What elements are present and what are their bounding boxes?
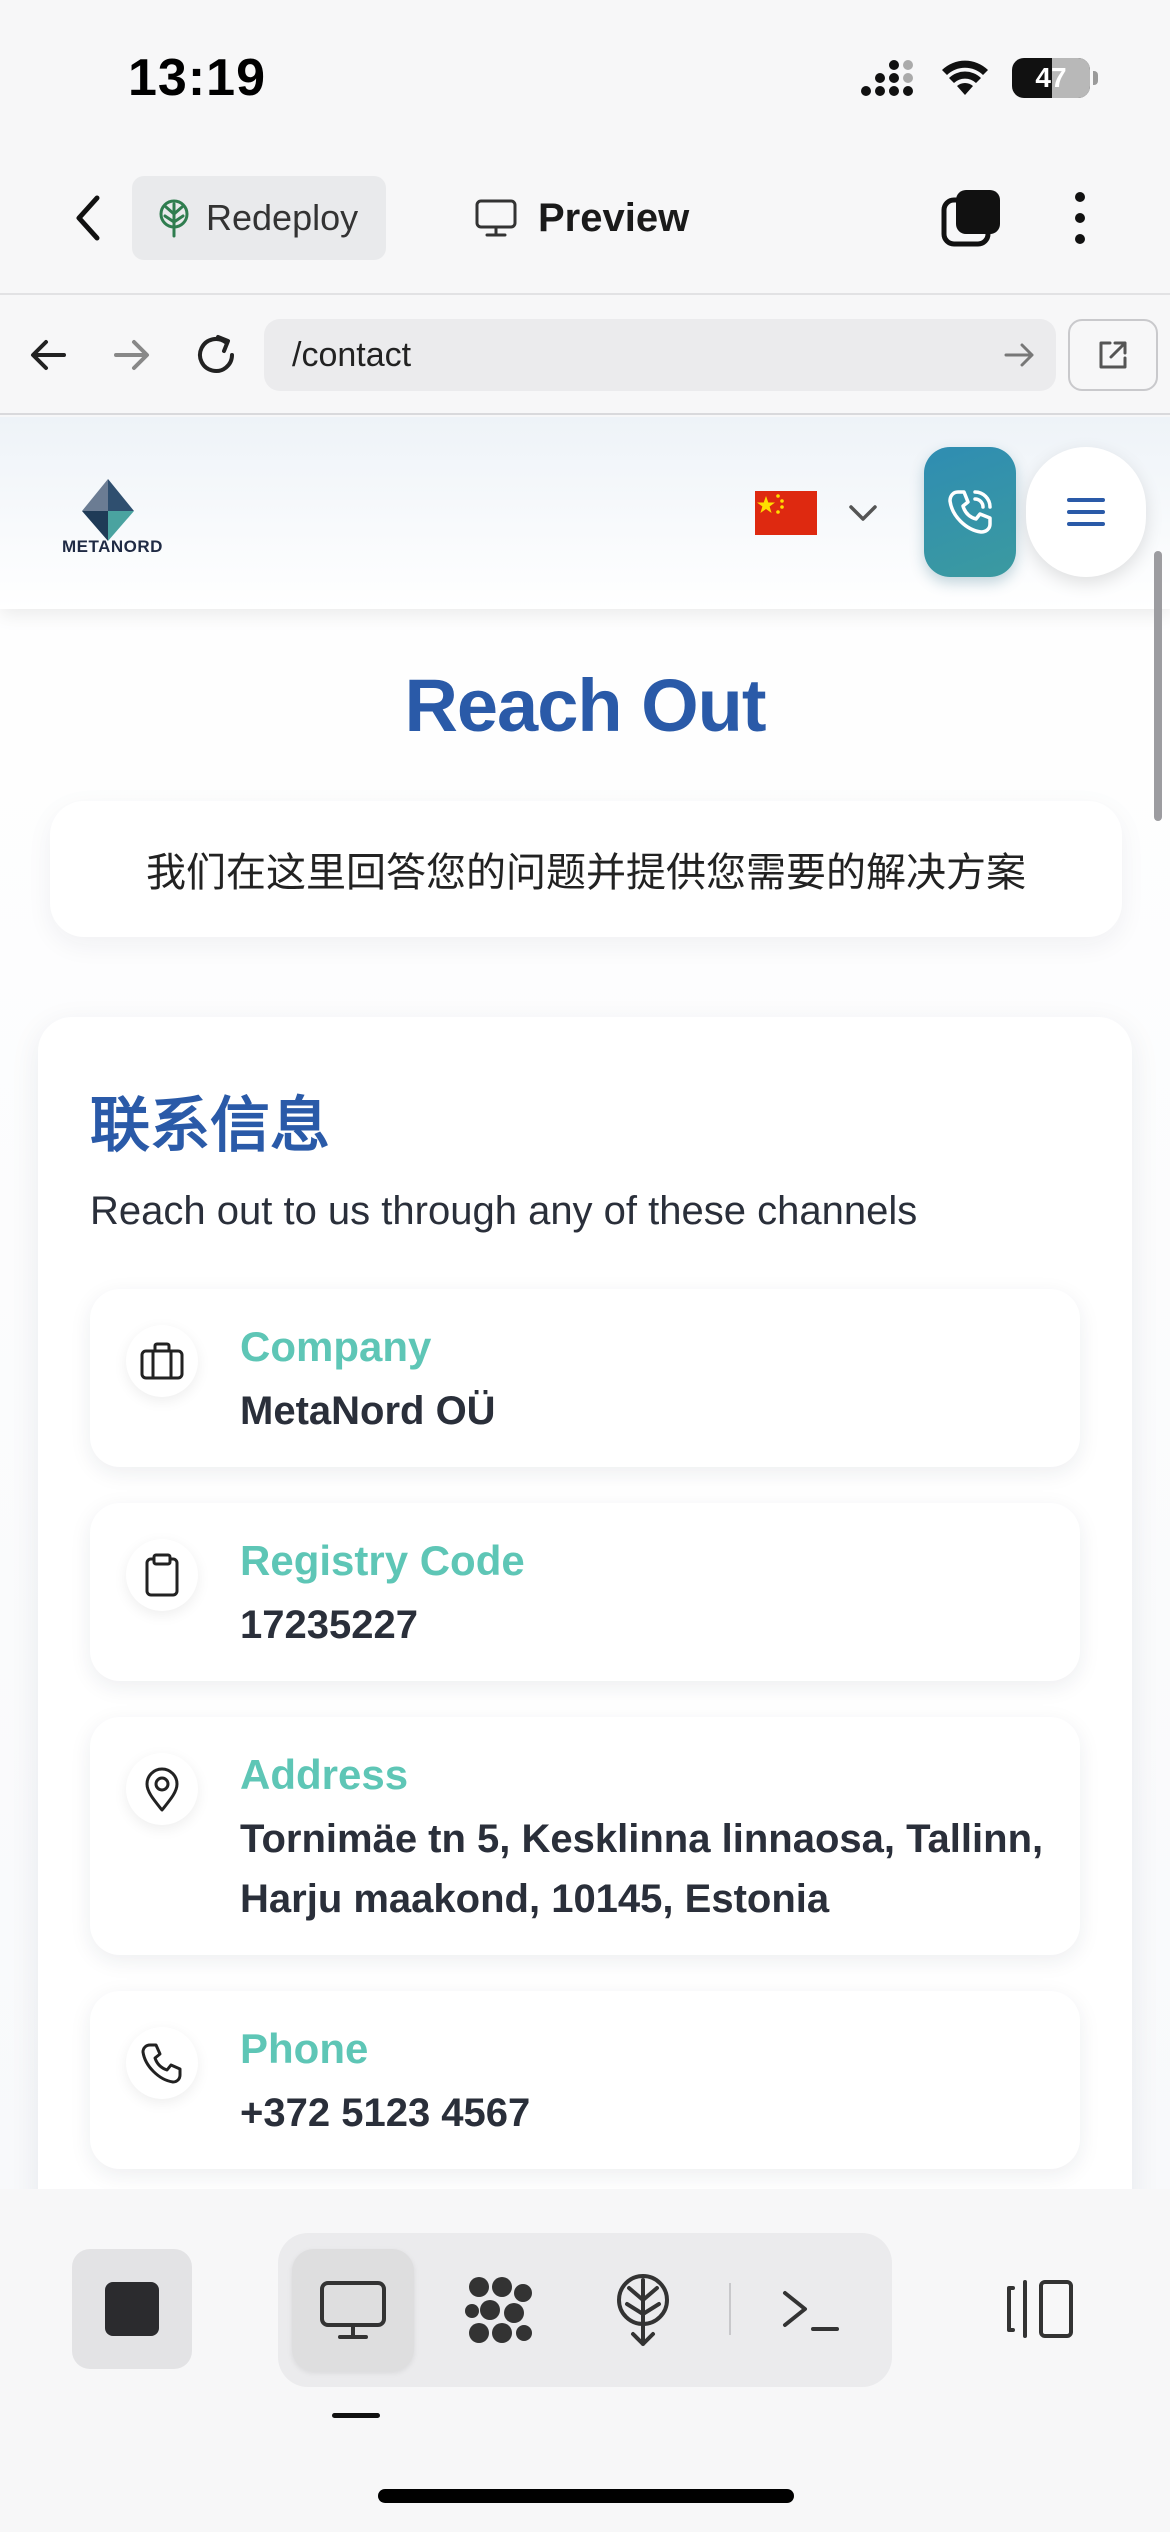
- info-value[interactable]: 17235227: [240, 1595, 1060, 1655]
- terminal-tab[interactable]: [750, 2249, 872, 2371]
- external-link-icon: [1099, 341, 1127, 369]
- bottom-toolbar: [0, 2189, 1170, 2532]
- page-scrollbar[interactable]: [1154, 551, 1162, 821]
- battery-icon: 47: [1012, 58, 1098, 98]
- nodes-icon: [465, 2277, 532, 2343]
- nodes-tab[interactable]: [438, 2249, 560, 2371]
- stop-button[interactable]: [72, 2249, 192, 2369]
- deploy-icon: [617, 2274, 669, 2346]
- preview-tab[interactable]: Preview: [474, 180, 689, 256]
- logo-text: METANORD: [62, 537, 163, 556]
- open-external-button[interactable]: [1068, 319, 1158, 391]
- reload-icon: [198, 335, 234, 373]
- call-button[interactable]: [924, 447, 1016, 577]
- info-item-phone: Phone +372 5123 4567: [90, 1991, 1080, 2169]
- preview-desktop-tab[interactable]: [292, 2249, 414, 2371]
- status-icons: 47: [860, 56, 1098, 100]
- contact-heading: 联系信息: [90, 1092, 330, 1159]
- briefcase-icon: [126, 1325, 198, 1397]
- subtitle-card: 我们在这里回答您的问题并提供您需要的解决方案: [50, 801, 1122, 937]
- app-top-bar: Redeploy Preview: [0, 150, 1170, 295]
- active-tab-indicator: [332, 2413, 380, 2418]
- info-label: Address: [240, 1751, 409, 1798]
- go-arrow-icon[interactable]: [1002, 337, 1038, 373]
- info-item-registry-code: Registry Code 17235227: [90, 1503, 1080, 1681]
- home-indicator: [378, 2489, 794, 2503]
- preview-desktop-icon: [320, 2281, 386, 2339]
- china-flag-icon[interactable]: [755, 491, 817, 535]
- phone-call-icon: [948, 490, 992, 534]
- redeploy-button[interactable]: Redeploy: [132, 176, 386, 260]
- wifi-icon: [942, 60, 988, 95]
- deploy-tree-icon: [159, 199, 189, 238]
- phone-icon: [126, 2027, 198, 2099]
- subtitle-text: 我们在这里回答您的问题并提供您需要的解决方案: [146, 851, 1026, 895]
- info-item-address: Address Tornimäe tn 5, Kesklinna linnaos…: [90, 1717, 1080, 1955]
- chevron-down-icon[interactable]: [845, 495, 881, 531]
- url-text: /contact: [292, 335, 412, 374]
- browser-reload-button[interactable]: [188, 327, 244, 383]
- info-value[interactable]: Tornimäe tn 5, Kesklinna linnaosa, Talli…: [240, 1809, 1060, 1929]
- preview-label: Preview: [538, 195, 690, 240]
- status-bar: 13:19 47: [0, 0, 1170, 150]
- toolbar-divider: [729, 2283, 731, 2335]
- info-label: Company: [240, 1323, 432, 1370]
- website-viewport: METANORD Reach Out 我们在这里回答您的问题并提供您需要的解决方…: [0, 417, 1170, 2189]
- clipboard-icon: [126, 1539, 198, 1611]
- tabs-button[interactable]: [940, 186, 1004, 250]
- hamburger-icon: [1067, 498, 1105, 526]
- device-frames-icon: [1007, 2280, 1073, 2338]
- cellular-signal-icon: [861, 60, 913, 96]
- info-value[interactable]: +372 5123 4567: [240, 2083, 1060, 2143]
- device-size-button[interactable]: [996, 2249, 1086, 2369]
- back-button[interactable]: [58, 188, 118, 248]
- tabs-overview-icon: [941, 190, 1000, 247]
- menu-button[interactable]: [1026, 447, 1146, 577]
- info-item-company: Company MetaNord OÜ: [90, 1289, 1080, 1467]
- contact-description: Reach out to us through any of these cha…: [90, 1189, 918, 1233]
- info-value: MetaNord OÜ: [240, 1389, 496, 1433]
- browser-forward-button[interactable]: [104, 327, 160, 383]
- chevron-left-icon: [76, 195, 100, 241]
- info-label: Phone: [240, 2025, 369, 2072]
- browser-url-row: /contact: [0, 297, 1170, 415]
- battery-level: 47: [1035, 62, 1067, 93]
- site-header: METANORD: [0, 417, 1170, 609]
- redeploy-label: Redeploy: [206, 197, 359, 238]
- stop-icon: [105, 2282, 159, 2336]
- contact-info-card: 联系信息 Reach out to us through any of thes…: [38, 1017, 1132, 2189]
- map-pin-icon: [126, 1753, 198, 1825]
- more-options-icon[interactable]: [1064, 186, 1096, 250]
- terminal-icon: [783, 2291, 839, 2331]
- deploy-tab[interactable]: [582, 2249, 704, 2371]
- status-time: 13:19: [128, 49, 266, 107]
- browser-back-button[interactable]: [20, 327, 76, 383]
- arrow-right-icon: [114, 340, 149, 370]
- monitor-icon: [475, 199, 517, 237]
- view-switcher: [278, 2233, 892, 2387]
- info-label: Registry Code: [240, 1537, 525, 1584]
- page-title: Reach Out: [404, 664, 766, 747]
- arrow-left-icon: [31, 340, 66, 370]
- url-input[interactable]: /contact: [264, 319, 1056, 391]
